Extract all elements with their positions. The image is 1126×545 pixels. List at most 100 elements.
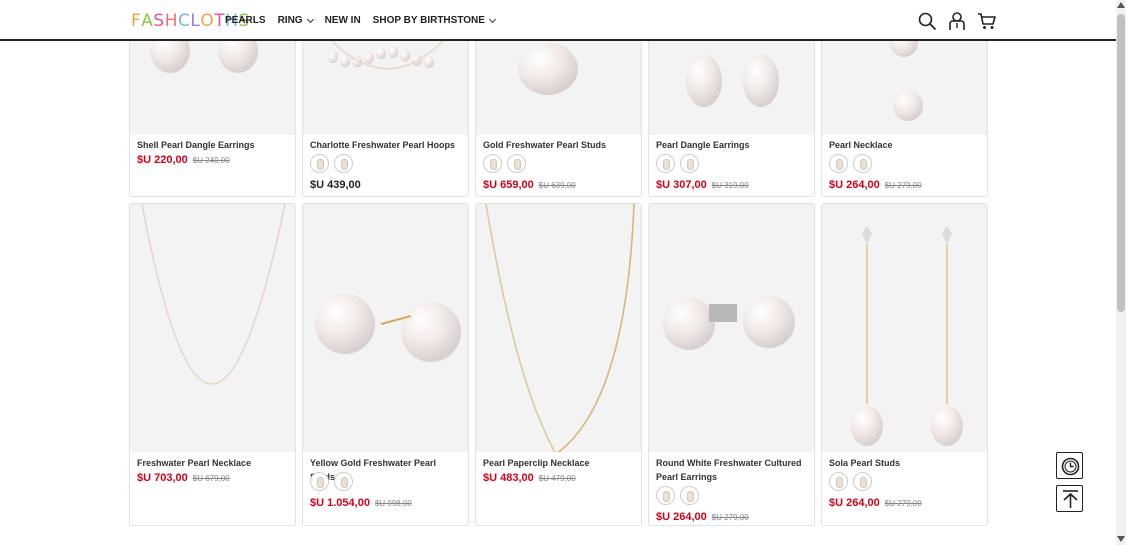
- product-card[interactable]: Yellow Gold Freshwater Pearl Studs$U 1.0…: [302, 203, 469, 526]
- product-name[interactable]: Freshwater Pearl Necklace: [137, 456, 290, 470]
- sale-price: $U 264,00: [829, 179, 880, 191]
- user-icon[interactable]: [947, 11, 967, 31]
- original-price: $U 479,00: [538, 474, 576, 483]
- variant-swatch[interactable]: [829, 472, 848, 491]
- cart-icon[interactable]: [977, 11, 997, 31]
- product-name[interactable]: Pearl Necklace: [829, 138, 982, 152]
- logo-letter: S: [153, 11, 165, 31]
- variant-swatch[interactable]: [853, 154, 872, 173]
- price-row: $U 439,00: [310, 179, 361, 191]
- main-nav: PEARLS RING NEW IN SHOP BY BIRTHSTONE: [225, 15, 507, 26]
- variant-swatch[interactable]: [310, 472, 329, 491]
- product-image-container[interactable]: [822, 204, 987, 452]
- variant-swatch[interactable]: [507, 154, 526, 173]
- price-row: $U 264,00 $U 279,00: [656, 511, 749, 523]
- original-price: $U 279,00: [711, 513, 749, 522]
- variant-swatch[interactable]: [334, 154, 353, 173]
- variant-swatch[interactable]: [656, 486, 675, 505]
- variant-swatch[interactable]: [656, 154, 675, 173]
- color-swatches: [656, 154, 699, 173]
- variant-swatch[interactable]: [483, 154, 502, 173]
- product-name[interactable]: Pearl Paperclip Necklace: [483, 456, 636, 470]
- sale-price: $U 439,00: [310, 179, 361, 191]
- product-name[interactable]: Pearl Dangle Earrings: [656, 138, 809, 152]
- clock-icon: [1061, 457, 1080, 476]
- page-scrollbar[interactable]: [1116, 0, 1126, 545]
- product-image: [851, 226, 963, 446]
- nav-label: RING: [277, 15, 303, 26]
- header-icons: [917, 11, 997, 31]
- product-image: [485, 204, 635, 452]
- product-card[interactable]: Round White Freshwater Cultured Pearl Ea…: [648, 203, 815, 526]
- search-icon[interactable]: [917, 11, 937, 31]
- chevron-down-icon: [306, 15, 314, 23]
- product-image-container[interactable]: [649, 204, 814, 452]
- price-row: $U 483,00 $U 479,00: [483, 472, 576, 484]
- color-swatches: [310, 472, 353, 491]
- sale-price: $U 264,00: [829, 497, 880, 509]
- logo-letter: F: [131, 11, 142, 31]
- variant-swatch[interactable]: [829, 154, 848, 173]
- variant-swatch[interactable]: [334, 472, 353, 491]
- original-price: $U 279,00: [884, 181, 922, 190]
- original-price: $U 279,00: [884, 499, 922, 508]
- sale-price: $U 483,00: [483, 472, 534, 484]
- variant-swatch[interactable]: [680, 154, 699, 173]
- scroll-up-arrow[interactable]: [1117, 2, 1125, 8]
- variant-swatch[interactable]: [310, 154, 329, 173]
- scrollbar-thumb[interactable]: [1117, 14, 1125, 312]
- nav-item-shop-by-birthstone[interactable]: SHOP BY BIRTHSTONE: [372, 15, 496, 26]
- logo-letter: L: [190, 11, 201, 31]
- product-image: [663, 296, 795, 350]
- back-to-top-icon: [1063, 490, 1078, 508]
- site-header: FASHCLOTHS PEARLS RING NEW IN SHOP BY BI…: [0, 0, 1116, 41]
- product-image: [315, 294, 461, 362]
- original-price: $U 639,00: [538, 181, 576, 190]
- product-name[interactable]: Round White Freshwater Cultured Pearl Ea…: [656, 456, 809, 484]
- chevron-down-icon: [488, 15, 496, 23]
- original-price: $U 998,00: [374, 499, 412, 508]
- price-row: $U 307,00 $U 319,00: [656, 179, 749, 191]
- original-price: $U 319,00: [711, 181, 749, 190]
- product-name[interactable]: Charlotte Freshwater Pearl Hoops: [310, 138, 463, 152]
- product-name[interactable]: Sola Pearl Studs: [829, 456, 982, 470]
- nav-item-pearls[interactable]: PEARLS: [225, 15, 266, 26]
- back-to-top-button[interactable]: [1056, 485, 1083, 512]
- price-row: $U 264,00 $U 279,00: [829, 179, 922, 191]
- sale-price: $U 703,00: [137, 472, 188, 484]
- product-name[interactable]: Shell Pearl Dangle Earrings: [137, 138, 290, 152]
- nav-item-new-in[interactable]: NEW IN: [325, 15, 361, 26]
- original-price: $U 240,00: [192, 156, 230, 165]
- sale-price: $U 659,00: [483, 179, 534, 191]
- color-swatches: [656, 486, 699, 505]
- color-swatches: [829, 154, 872, 173]
- product-card[interactable]: Pearl Paperclip Necklace $U 483,00 $U 479,…: [475, 203, 642, 526]
- product-card[interactable]: Sola Pearl Studs $U 264,00 $U 279,00: [821, 203, 988, 526]
- product-card[interactable]: Freshwater Pearl Necklace $U 703,00 $U 679…: [129, 203, 296, 526]
- product-image-container[interactable]: [303, 204, 468, 452]
- price-row: $U 220,00 $U 240,00: [137, 154, 230, 166]
- price-row: $U 264,00 $U 279,00: [829, 497, 922, 509]
- nav-item-ring[interactable]: RING: [277, 15, 314, 26]
- product-image: [141, 204, 286, 385]
- color-swatches: [483, 154, 526, 173]
- variant-swatch[interactable]: [680, 486, 699, 505]
- scroll-down-arrow[interactable]: [1117, 536, 1125, 542]
- color-swatches: [310, 154, 353, 173]
- nav-label: SHOP BY BIRTHSTONE: [372, 15, 485, 26]
- color-swatches: [829, 472, 872, 491]
- product-name[interactable]: Gold Freshwater Pearl Studs: [483, 138, 636, 152]
- logo-letter: O: [200, 11, 215, 31]
- recently-viewed-button[interactable]: [1056, 452, 1083, 479]
- nav-label: PEARLS: [225, 15, 266, 26]
- product-image-container[interactable]: [130, 204, 295, 452]
- product-image-container[interactable]: [476, 204, 641, 452]
- nav-label: NEW IN: [324, 15, 361, 26]
- page: FASHCLOTHS PEARLS RING NEW IN SHOP BY BI…: [0, 0, 1126, 545]
- variant-swatch[interactable]: [853, 472, 872, 491]
- logo-letter: C: [178, 11, 191, 31]
- price-row: $U 703,00 $U 679,00: [137, 472, 230, 484]
- price-row: $U 659,00 $U 639,00: [483, 179, 576, 191]
- price-row: $U 1.054,00 $U 998,00: [310, 497, 412, 509]
- logo-letter: T: [214, 11, 226, 31]
